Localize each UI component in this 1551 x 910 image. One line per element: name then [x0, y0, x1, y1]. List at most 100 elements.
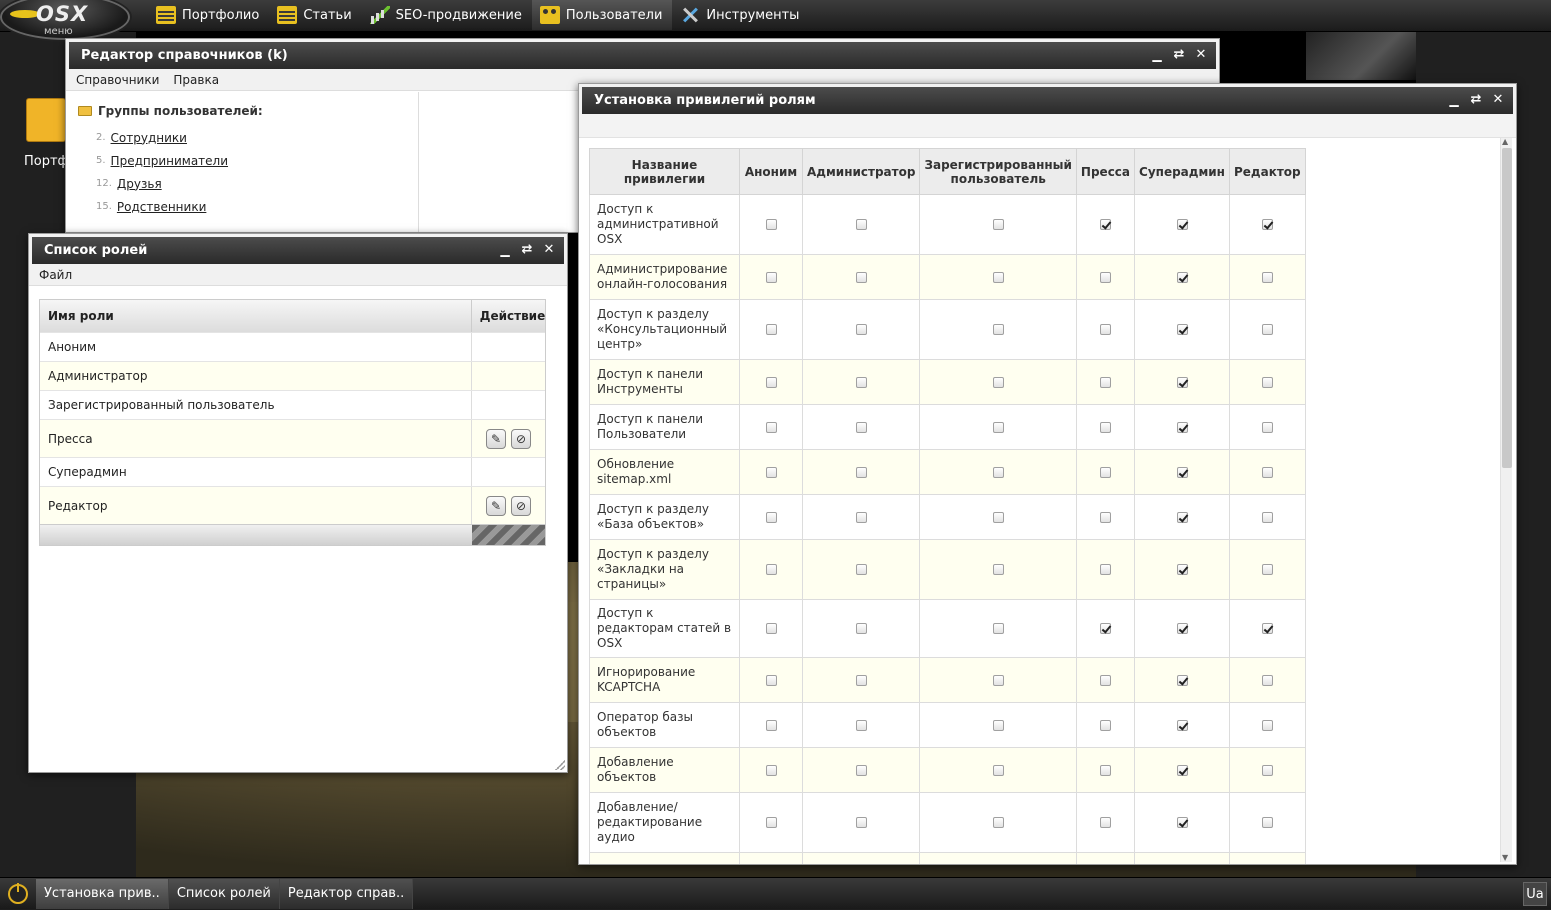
- privilege-checkbox[interactable]: [1099, 219, 1111, 230]
- restore-icon[interactable]: ⇄: [1172, 48, 1186, 62]
- menu-edit[interactable]: Правка: [173, 73, 219, 87]
- minimize-icon[interactable]: ▁: [1447, 93, 1461, 107]
- privilege-checkbox[interactable]: [855, 564, 867, 575]
- privilege-checkbox[interactable]: [1099, 719, 1111, 731]
- minimize-icon[interactable]: ▁: [498, 243, 512, 257]
- edit-role-button[interactable]: ✎: [486, 495, 506, 516]
- privilege-checkbox[interactable]: [855, 674, 867, 686]
- privilege-checkbox[interactable]: [1176, 466, 1188, 478]
- scroll-thumb[interactable]: [1502, 148, 1512, 468]
- delete-role-button[interactable]: ⊘: [511, 495, 531, 516]
- table-row[interactable]: Зарегистрированный пользователь: [40, 390, 545, 419]
- privilege-checkbox[interactable]: [855, 719, 867, 731]
- privilege-checkbox[interactable]: [1261, 376, 1273, 388]
- privilege-checkbox[interactable]: [765, 421, 777, 433]
- privilege-checkbox[interactable]: [1261, 623, 1273, 634]
- restore-icon[interactable]: ⇄: [520, 243, 534, 257]
- privilege-checkbox[interactable]: [992, 271, 1004, 283]
- delete-role-button[interactable]: ⊘: [511, 428, 531, 449]
- privilege-checkbox[interactable]: [1099, 511, 1111, 523]
- language-switch[interactable]: Ua: [1523, 882, 1547, 906]
- privilege-checkbox[interactable]: [992, 511, 1004, 523]
- group-link[interactable]: Родственники: [117, 200, 206, 214]
- privilege-checkbox[interactable]: [1176, 623, 1188, 634]
- privilege-checkbox[interactable]: [1099, 271, 1111, 283]
- privilege-checkbox[interactable]: [855, 219, 867, 230]
- privilege-checkbox[interactable]: [855, 421, 867, 433]
- privilege-checkbox[interactable]: [1261, 421, 1273, 433]
- privilege-checkbox[interactable]: [855, 817, 867, 828]
- privilege-checkbox[interactable]: [765, 511, 777, 523]
- privilege-checkbox[interactable]: [1176, 421, 1188, 433]
- power-button[interactable]: [0, 878, 36, 910]
- privilege-checkbox[interactable]: [1176, 719, 1188, 731]
- privilege-checkbox[interactable]: [992, 466, 1004, 478]
- privilege-checkbox[interactable]: [1176, 271, 1188, 283]
- privilege-checkbox[interactable]: [992, 421, 1004, 433]
- privilege-checkbox[interactable]: [855, 376, 867, 388]
- privilege-checkbox[interactable]: [1261, 719, 1273, 731]
- vertical-scrollbar[interactable]: ▲ ▼: [1500, 137, 1512, 862]
- privilege-checkbox[interactable]: [855, 764, 867, 776]
- privilege-checkbox[interactable]: [1261, 674, 1273, 686]
- privilege-checkbox[interactable]: [1099, 623, 1111, 634]
- menu-item-tools[interactable]: Инструменты: [672, 0, 809, 30]
- privilege-checkbox[interactable]: [1099, 324, 1111, 335]
- table-row[interactable]: Пресса ✎ ⊘: [40, 419, 545, 457]
- privilege-checkbox[interactable]: [1176, 511, 1188, 523]
- privilege-checkbox[interactable]: [855, 511, 867, 523]
- privilege-checkbox[interactable]: [992, 719, 1004, 731]
- menu-file[interactable]: Файл: [39, 268, 72, 282]
- privilege-checkbox[interactable]: [1176, 674, 1188, 686]
- resize-handle-icon[interactable]: [555, 760, 565, 770]
- task-dictionary[interactable]: Редактор справ..: [279, 878, 414, 909]
- privilege-checkbox[interactable]: [992, 674, 1004, 686]
- privilege-checkbox[interactable]: [992, 324, 1004, 335]
- privilege-checkbox[interactable]: [765, 623, 777, 634]
- menu-item-articles[interactable]: Статьи: [269, 0, 361, 30]
- minimize-icon[interactable]: ▁: [1150, 48, 1164, 62]
- privilege-checkbox[interactable]: [992, 564, 1004, 575]
- privilege-checkbox[interactable]: [1099, 764, 1111, 776]
- privilege-checkbox[interactable]: [1261, 324, 1273, 335]
- table-row[interactable]: Редактор ✎ ⊘: [40, 486, 545, 524]
- privilege-checkbox[interactable]: [765, 674, 777, 686]
- osx-logo-button[interactable]: OSX меню: [0, 0, 130, 40]
- privilege-checkbox[interactable]: [992, 376, 1004, 388]
- privilege-checkbox[interactable]: [1099, 564, 1111, 575]
- privilege-checkbox[interactable]: [765, 764, 777, 776]
- privilege-checkbox[interactable]: [1261, 219, 1273, 230]
- privilege-checkbox[interactable]: [1099, 817, 1111, 828]
- privilege-checkbox[interactable]: [992, 219, 1004, 230]
- privilege-checkbox[interactable]: [855, 623, 867, 634]
- privilege-checkbox[interactable]: [765, 719, 777, 731]
- privilege-checkbox[interactable]: [992, 764, 1004, 776]
- privilege-checkbox[interactable]: [1176, 376, 1188, 388]
- privilege-checkbox[interactable]: [1176, 764, 1188, 776]
- privilege-checkbox[interactable]: [765, 376, 777, 388]
- close-icon[interactable]: ✕: [1194, 48, 1208, 62]
- task-privileges[interactable]: Установка прив..: [36, 878, 169, 909]
- close-icon[interactable]: ✕: [542, 243, 556, 257]
- menu-item-seo[interactable]: SEO-продвижение: [362, 0, 532, 30]
- privilege-checkbox[interactable]: [1099, 376, 1111, 388]
- menu-item-portfolio[interactable]: Портфолио: [148, 0, 269, 30]
- group-link[interactable]: Сотрудники: [111, 131, 187, 145]
- menu-item-users[interactable]: Пользователи: [531, 0, 673, 30]
- privilege-checkbox[interactable]: [1261, 271, 1273, 283]
- privilege-checkbox[interactable]: [765, 271, 777, 283]
- group-link[interactable]: Предприниматели: [111, 154, 228, 168]
- privilege-checkbox[interactable]: [1176, 564, 1188, 575]
- privilege-checkbox[interactable]: [765, 324, 777, 335]
- window-titlebar[interactable]: Установка привилегий ролям ▁ ⇄ ✕: [579, 84, 1516, 114]
- scroll-down-icon[interactable]: ▼: [1502, 853, 1508, 862]
- privilege-checkbox[interactable]: [765, 219, 777, 230]
- col-role-name[interactable]: Имя роли: [40, 300, 472, 332]
- restore-icon[interactable]: ⇄: [1469, 93, 1483, 107]
- privilege-checkbox[interactable]: [765, 817, 777, 828]
- table-row[interactable]: Суперадмин: [40, 457, 545, 486]
- privilege-checkbox[interactable]: [1176, 817, 1188, 828]
- table-row[interactable]: Аноним: [40, 332, 545, 361]
- window-titlebar[interactable]: Список ролей ▁ ⇄ ✕: [29, 234, 567, 264]
- privilege-checkbox[interactable]: [855, 324, 867, 335]
